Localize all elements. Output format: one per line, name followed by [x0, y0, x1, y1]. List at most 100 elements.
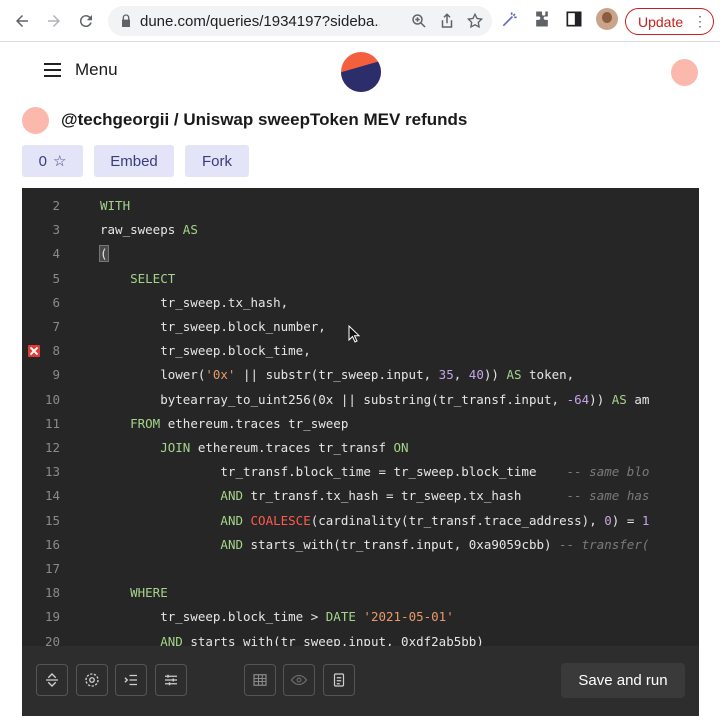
- gear-icon: [85, 673, 99, 687]
- code-line[interactable]: 7 tr_sweep.block_number,: [22, 315, 699, 339]
- back-button[interactable]: [6, 5, 38, 37]
- update-label: Update: [638, 13, 684, 30]
- code-text: WHERE: [130, 585, 168, 601]
- document-icon: [333, 673, 345, 687]
- code-line[interactable]: 18 WHERE: [22, 581, 699, 605]
- line-number: 19: [44, 609, 60, 625]
- code-text: tr_sweep.block_number,: [100, 319, 326, 334]
- star-count: 0: [38, 152, 47, 170]
- sliders-icon: [165, 674, 177, 686]
- code-text: tr_sweep.tx_hash,: [100, 294, 289, 310]
- user-avatar[interactable]: [671, 59, 698, 86]
- forward-button[interactable]: [38, 5, 70, 37]
- code-text: WITH: [100, 198, 131, 213]
- line-number: 5: [52, 270, 60, 286]
- star-button[interactable]: 0 ☆: [22, 145, 83, 177]
- fork-button[interactable]: Fork: [185, 145, 249, 177]
- settings-button[interactable]: [76, 664, 108, 696]
- query-title: @techgeorgii / Uniswap sweepToken MEV re…: [61, 110, 468, 129]
- notes-button[interactable]: [323, 664, 355, 696]
- code-text: lower('0x' || substr(tr_sweep.input, 35,…: [100, 367, 575, 383]
- line-number: 18: [44, 585, 60, 601]
- code-text: AND COALESCE(cardinality(tr_transf.trace…: [220, 512, 650, 528]
- code-line[interactable]: 19 tr_sweep.block_time > DATE '2021-05-0…: [22, 605, 699, 629]
- line-number: 7: [52, 319, 60, 334]
- code-text: tr_sweep.block_time,: [100, 343, 311, 359]
- puzzle-extensions-icon[interactable]: [532, 9, 552, 29]
- update-button[interactable]: Update ⋮: [625, 8, 714, 35]
- code-text: JOIN ethereum.traces tr_transf ON: [160, 440, 409, 455]
- address-bar[interactable]: dune.com/queries/1934197?sideba...: [108, 6, 492, 36]
- site-header: Menu: [0, 42, 720, 102]
- collapse-button[interactable]: [36, 664, 68, 696]
- back-arrow-icon: [16, 15, 28, 27]
- code-text: SELECT: [130, 270, 176, 286]
- code-line[interactable]: 6 tr_sweep.tx_hash,: [22, 291, 699, 315]
- magic-wand-icon[interactable]: [500, 9, 520, 29]
- more-menu-icon[interactable]: ⋮: [693, 14, 707, 28]
- table-icon: [253, 674, 267, 686]
- mouse-cursor-icon: [348, 325, 360, 343]
- code-line[interactable]: 5 SELECT: [22, 267, 699, 291]
- reload-icon: [79, 15, 92, 28]
- code-text: tr_transf.block_time = tr_sweep.block_ti…: [100, 464, 650, 480]
- preview-button[interactable]: [283, 664, 315, 696]
- dune-logo[interactable]: [341, 52, 381, 92]
- code-line[interactable]: 14 AND tr_transf.tx_hash = tr_sweep.tx_h…: [22, 484, 699, 508]
- code-line[interactable]: 10 bytearray_to_uint256(0x || substring(…: [22, 388, 699, 412]
- line-number: 8: [52, 343, 60, 359]
- code-line[interactable]: 8 tr_sweep.block_time,: [22, 339, 699, 363]
- code-line[interactable]: 3 raw_sweeps AS: [22, 218, 699, 242]
- line-number: 3: [52, 222, 60, 238]
- embed-button[interactable]: Embed: [94, 145, 174, 177]
- line-number: 14: [44, 488, 60, 504]
- star-icon: ☆: [52, 153, 67, 170]
- reload-button[interactable]: [70, 5, 102, 37]
- lock-icon: [122, 14, 130, 27]
- line-number: 4: [52, 246, 60, 262]
- hamburger-icon: [44, 63, 61, 77]
- author-avatar[interactable]: [22, 106, 49, 134]
- line-number: 16: [44, 536, 60, 552]
- code-text: tr_sweep.block_time > DATE '2021-05-01': [100, 609, 454, 625]
- code-line[interactable]: 20 AND starts_with(tr_sweep.input, 0xdf2…: [22, 630, 699, 646]
- line-number: 9: [52, 367, 60, 383]
- line-number: 11: [44, 415, 60, 431]
- browser-toolbar: dune.com/queries/1934197?sideba... Updat…: [0, 0, 720, 42]
- code-line[interactable]: 9 lower('0x' || substr(tr_sweep.input, 3…: [22, 363, 699, 387]
- code-text: AND starts_with(tr_transf.input, 0xa9059…: [220, 536, 650, 552]
- line-number: 6: [52, 294, 60, 310]
- code-line[interactable]: 15 AND COALESCE(cardinality(tr_transf.tr…: [22, 509, 699, 533]
- line-number: 15: [44, 512, 60, 528]
- code-text: raw_sweeps AS: [100, 222, 198, 238]
- indent-icon: [124, 674, 137, 686]
- star-bookmark-icon[interactable]: [466, 12, 484, 30]
- code-line[interactable]: 13 tr_transf.block_time = tr_sweep.block…: [22, 460, 699, 484]
- extensions-area: [500, 8, 618, 30]
- sql-editor[interactable]: 2 WITH 3 raw_sweeps AS 4(5 SELECT 6 tr_sweep.…: [22, 188, 699, 646]
- code-line[interactable]: 16 AND starts_with(tr_transf.input, 0xa9…: [22, 533, 699, 557]
- params-button[interactable]: [155, 664, 187, 696]
- line-number: 13: [44, 464, 60, 480]
- code-line[interactable]: 17: [22, 557, 699, 581]
- line-number: 17: [44, 561, 60, 576]
- format-button[interactable]: [115, 664, 147, 696]
- code-line[interactable]: 2 WITH: [22, 194, 699, 218]
- query-actions: 0 ☆ Embed Fork: [22, 145, 249, 177]
- code-line[interactable]: 11 FROM ethereum.traces tr_sweep: [22, 412, 699, 436]
- share-icon[interactable]: [438, 12, 456, 30]
- expand-collapse-icon: [46, 673, 58, 687]
- sidebar-toggle-icon[interactable]: [564, 9, 584, 29]
- eye-icon: [290, 674, 308, 686]
- forward-arrow-icon: [48, 15, 60, 27]
- table-button[interactable]: [244, 664, 276, 696]
- code-text: bytearray_to_uint256(0x || substring(tr_…: [100, 391, 650, 407]
- code-text: AND starts_with(tr_sweep.input, 0xdf2ab5…: [160, 633, 484, 646]
- query-title-row: @techgeorgii / Uniswap sweepToken MEV re…: [22, 106, 467, 134]
- zoom-icon[interactable]: [410, 12, 428, 30]
- code-line[interactable]: 12 JOIN ethereum.traces tr_transf ON: [22, 436, 699, 460]
- menu-button[interactable]: Menu: [44, 60, 118, 80]
- save-and-run-button[interactable]: Save and run: [561, 663, 685, 698]
- profile-avatar[interactable]: [596, 8, 618, 30]
- code-line[interactable]: 4(: [22, 242, 699, 266]
